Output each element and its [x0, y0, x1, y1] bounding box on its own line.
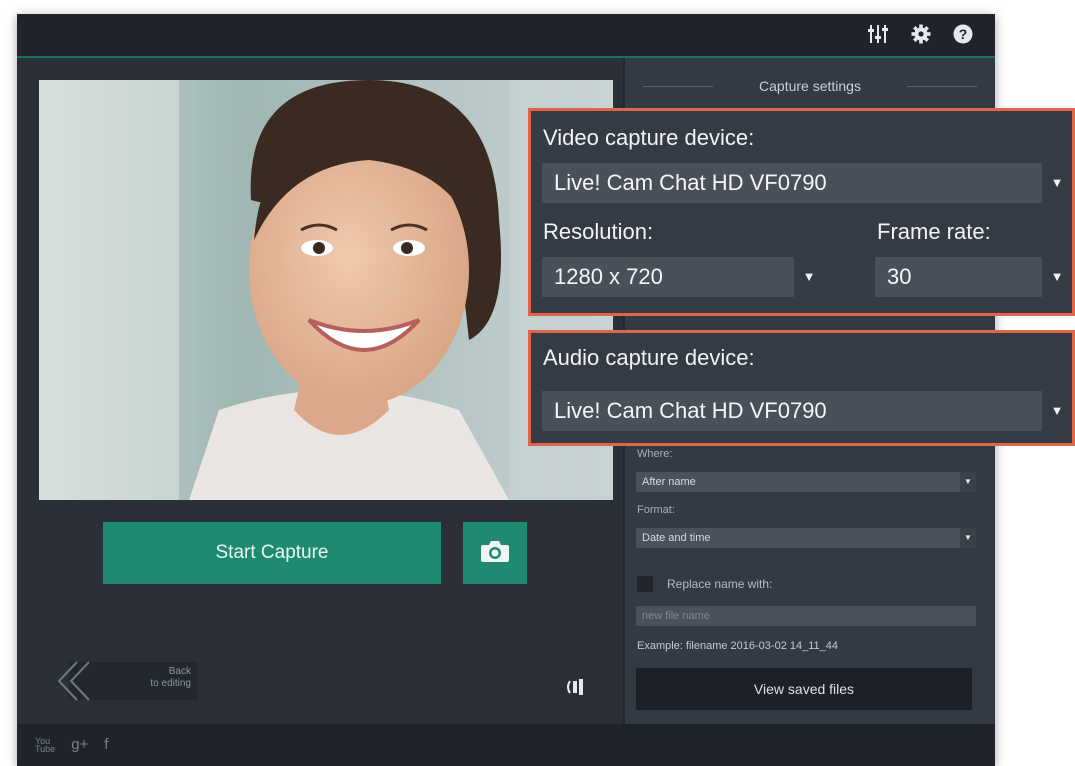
- dropdown-arrow-icon: ▼: [960, 528, 976, 548]
- dropdown-arrow-icon: ▼: [794, 257, 824, 297]
- video-capture-callout: Video capture device: Live! Cam Chat HD …: [528, 108, 1075, 316]
- replace-name-checkbox[interactable]: [637, 576, 653, 592]
- replace-name-label: Replace name with:: [667, 577, 773, 591]
- resolution-select[interactable]: 1280 x 720 ▼: [542, 257, 824, 297]
- video-device-label: Video capture device:: [543, 125, 755, 150]
- start-capture-button[interactable]: Start Capture: [103, 522, 441, 584]
- audio-capture-callout: Audio capture device: Live! Cam Chat HD …: [528, 330, 1075, 446]
- dropdown-arrow-icon: ▼: [1042, 391, 1072, 431]
- dropdown-arrow-icon: ▼: [1042, 163, 1072, 203]
- resolution-label: Resolution:: [543, 219, 654, 244]
- audio-device-value: Live! Cam Chat HD VF0790: [554, 398, 827, 423]
- where-label: Where:: [637, 448, 673, 460]
- help-icon[interactable]: ?: [953, 24, 973, 49]
- frame-rate-value: 30: [887, 264, 912, 289]
- top-toolbar: ?: [17, 14, 995, 58]
- resolution-value: 1280 x 720: [554, 264, 663, 289]
- new-file-name-input[interactable]: new file name: [636, 606, 976, 626]
- audio-device-label: Audio capture device:: [543, 345, 755, 370]
- dropdown-arrow-icon: ▼: [1042, 257, 1072, 297]
- where-select[interactable]: After name ▼: [636, 472, 976, 492]
- format-value: Date and time: [642, 532, 711, 544]
- video-device-value: Live! Cam Chat HD VF0790: [554, 170, 827, 195]
- dropdown-arrow-icon: ▼: [960, 472, 976, 492]
- back-label: Back: [168, 666, 191, 677]
- snapshot-button[interactable]: [463, 522, 527, 584]
- webcam-preview: [39, 80, 613, 500]
- frame-rate-label: Frame rate:: [877, 219, 991, 244]
- facebook-icon[interactable]: f: [104, 736, 108, 753]
- double-chevron-left-icon: [53, 660, 93, 707]
- bottom-bar: You Tube g+ f: [17, 724, 995, 766]
- volume-icon[interactable]: [565, 678, 587, 701]
- format-select[interactable]: Date and time ▼: [636, 528, 976, 548]
- back-sublabel: to editing: [150, 678, 191, 689]
- mixer-icon[interactable]: [867, 24, 889, 49]
- video-device-select[interactable]: Live! Cam Chat HD VF0790 ▼: [542, 163, 1072, 203]
- frame-rate-select[interactable]: 30 ▼: [875, 257, 1072, 297]
- replace-name-row: Replace name with:: [637, 576, 772, 592]
- svg-text:?: ?: [959, 26, 968, 42]
- where-value: After name: [642, 476, 696, 488]
- format-label: Format:: [637, 504, 675, 516]
- gear-icon[interactable]: [911, 24, 931, 49]
- view-saved-files-button[interactable]: View saved files: [636, 668, 972, 710]
- example-text: Example: filename 2016-03-02 14_11_44: [637, 640, 838, 652]
- camera-icon: [480, 539, 510, 568]
- google-plus-icon[interactable]: g+: [71, 736, 88, 753]
- back-to-editing-button[interactable]: Back to editing: [53, 658, 197, 704]
- audio-device-select[interactable]: Live! Cam Chat HD VF0790 ▼: [542, 391, 1072, 431]
- youtube-icon[interactable]: You Tube: [35, 736, 55, 753]
